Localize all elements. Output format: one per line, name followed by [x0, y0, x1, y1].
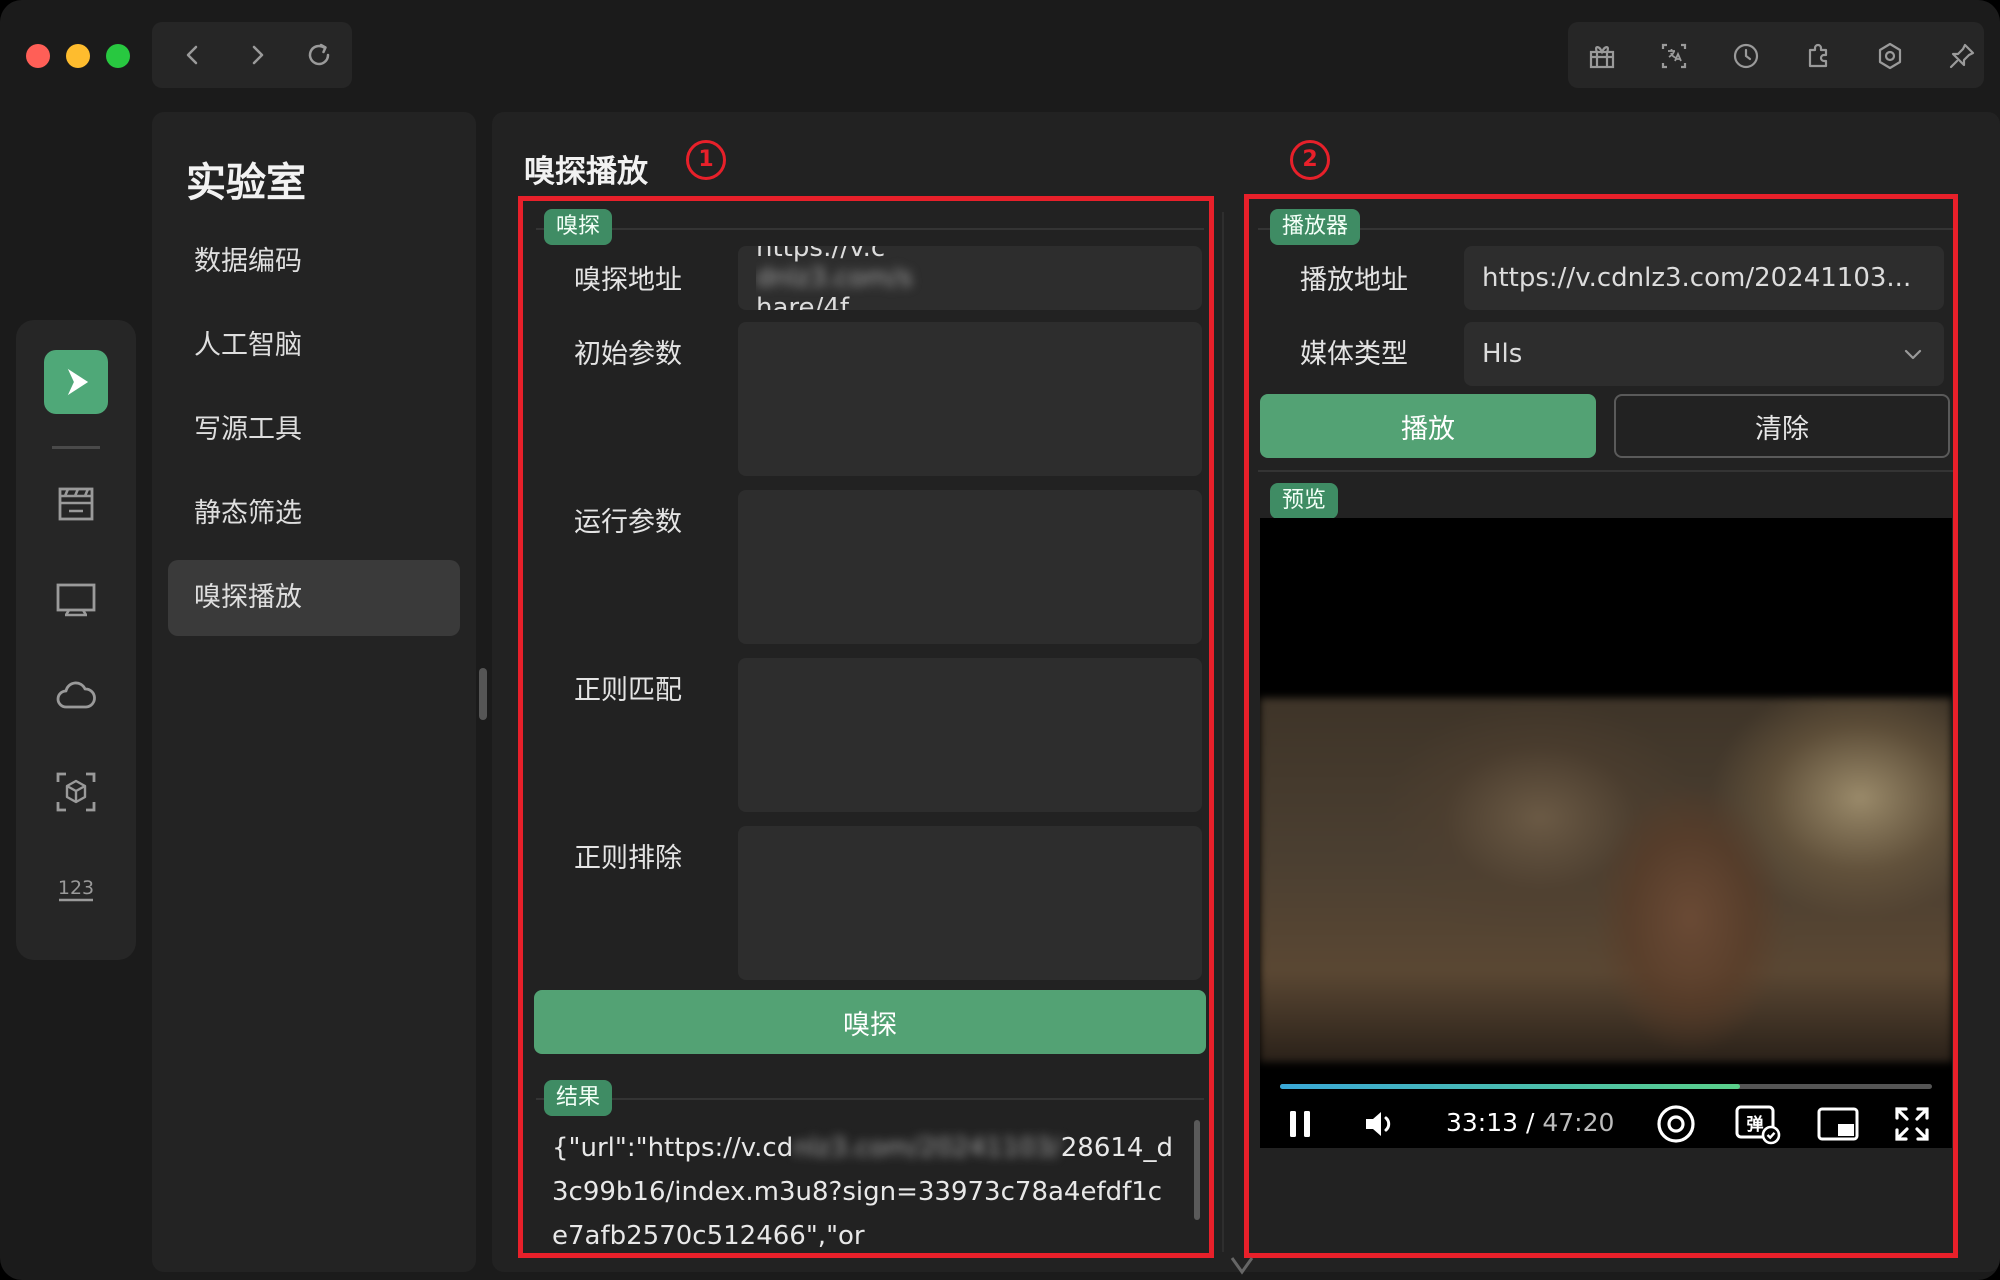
settings-button[interactable]	[1872, 38, 1908, 74]
pin-icon	[1949, 43, 1975, 69]
icon-rail: 123	[16, 320, 136, 960]
app-window: 123 实验室 数据编码 人工智脑 写源工具 静态筛选 嗅探播放 嗅探播放 1 …	[0, 0, 2000, 1280]
reload-icon	[308, 43, 330, 66]
close-window-button[interactable]	[26, 44, 50, 68]
svg-text:123: 123	[58, 877, 94, 899]
menu-item-static-filter[interactable]: 静态筛选	[168, 476, 460, 552]
pin-button[interactable]	[1944, 38, 1980, 74]
menu-item-data-encoding[interactable]: 数据编码	[168, 224, 460, 300]
tv-icon	[56, 583, 96, 617]
forward-button[interactable]	[240, 38, 274, 72]
chevron-left-icon	[186, 45, 198, 65]
maximize-window-button[interactable]	[106, 44, 130, 68]
gift-icon	[1589, 46, 1615, 69]
plugin-button[interactable]	[1800, 38, 1836, 74]
minimize-window-button[interactable]	[66, 44, 90, 68]
menu-item-sniff-play[interactable]: 嗅探播放	[168, 560, 460, 636]
settings-icon	[1878, 42, 1902, 70]
rail-item-film[interactable]	[52, 480, 100, 528]
panel-splitter[interactable]	[479, 668, 487, 720]
lab-menu: 实验室 数据编码 人工智脑 写源工具 静态筛选 嗅探播放	[152, 112, 476, 1272]
navigation-toolbar	[152, 22, 352, 88]
translate-button[interactable]	[1656, 38, 1692, 74]
rail-item-numbers[interactable]: 123	[52, 864, 100, 912]
reload-button[interactable]	[302, 38, 336, 72]
menu-title: 实验室	[186, 160, 306, 206]
gift-button[interactable]	[1584, 38, 1620, 74]
rail-item-cube-scan[interactable]	[52, 768, 100, 816]
main-panel: 嗅探播放 1 2 嗅探 嗅探地址 https://v.c dnlz3.com/s h…	[492, 112, 2000, 1272]
column-divider	[1222, 212, 1224, 1252]
annotation-box-2	[1244, 194, 1958, 1258]
translate-icon	[1661, 43, 1687, 69]
back-button[interactable]	[176, 38, 210, 72]
plugin-icon	[1808, 43, 1828, 68]
rail-item-tv[interactable]	[52, 576, 100, 624]
menu-item-ai-brain[interactable]: 人工智脑	[168, 308, 460, 384]
chevron-right-icon	[252, 45, 264, 65]
history-icon	[1733, 43, 1759, 69]
app-logo-icon[interactable]	[44, 350, 108, 414]
annotation-marker-1: 1	[686, 140, 726, 180]
rail-item-cloud[interactable]	[52, 672, 100, 720]
numbers-icon: 123	[58, 877, 94, 902]
annotation-marker-2: 2	[1290, 140, 1330, 180]
tools-toolbar	[1568, 22, 1984, 88]
page-title: 嗅探播放	[524, 154, 648, 190]
annotation-box-1	[518, 196, 1214, 1258]
film-icon	[58, 487, 94, 521]
rail-divider	[52, 446, 100, 449]
cube-scan-icon	[56, 772, 96, 812]
cloud-icon	[56, 681, 96, 709]
resize-handle-icon[interactable]	[1228, 1252, 1256, 1276]
menu-item-source-tool[interactable]: 写源工具	[168, 392, 460, 468]
history-button[interactable]	[1728, 38, 1764, 74]
